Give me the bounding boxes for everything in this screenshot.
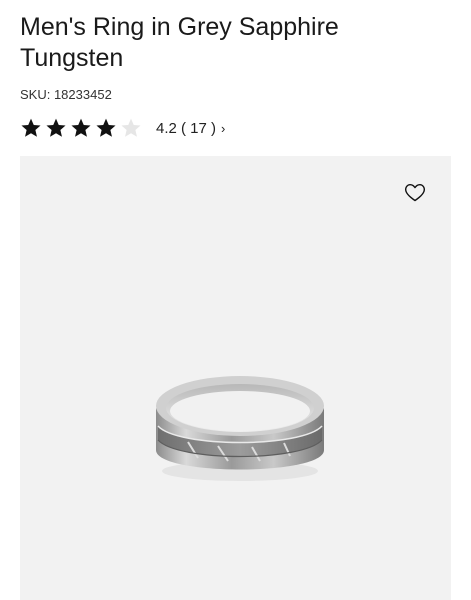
heart-outline-icon[interactable] — [403, 180, 427, 204]
star-icon — [46, 118, 66, 137]
chevron-right-icon: › — [221, 120, 226, 136]
star-rating — [20, 117, 142, 139]
product-image — [20, 156, 451, 600]
product-title: Men's Ring in Grey Sapphire Tungsten — [20, 13, 339, 72]
ring-image — [156, 376, 324, 481]
star-icon — [21, 118, 41, 137]
star-icon — [121, 118, 141, 137]
rating-value-count: 4.2 ( 17 ) — [156, 119, 217, 137]
product-sku: SKU: 18233452 — [20, 87, 112, 102]
reviews-link[interactable]: 4.2 ( 17 ) › — [156, 120, 225, 137]
star-icon — [96, 118, 116, 137]
star-icon — [71, 118, 91, 137]
rating-summary[interactable]: 4.2 ( 17 ) › — [20, 116, 225, 140]
